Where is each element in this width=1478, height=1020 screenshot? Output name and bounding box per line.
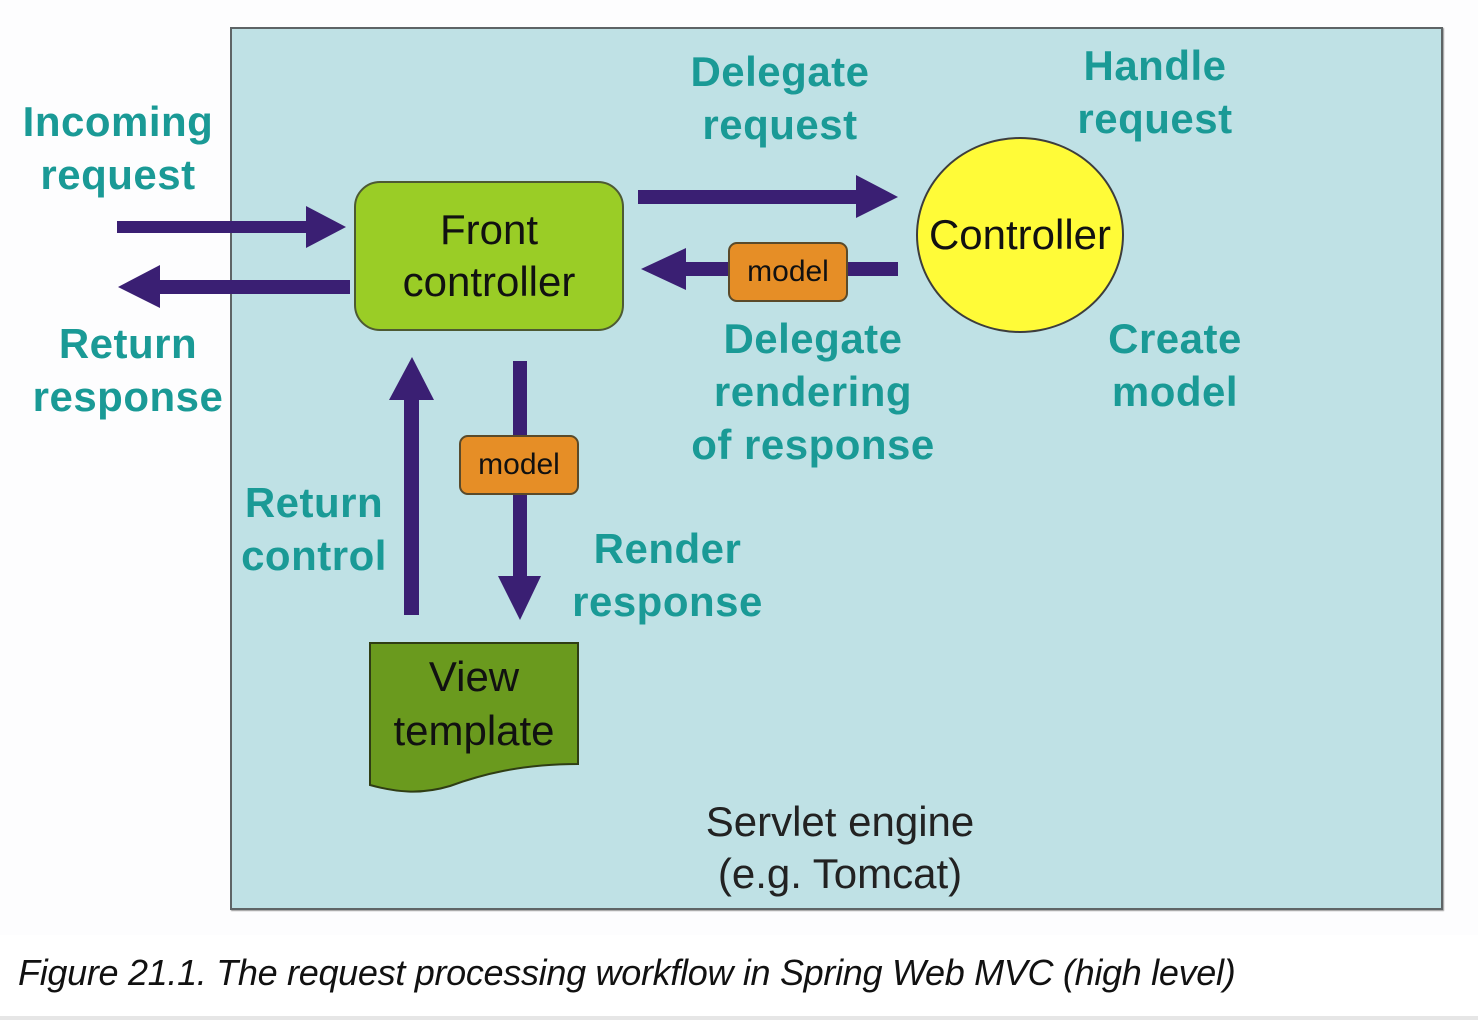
bottom-divider	[0, 1016, 1478, 1020]
view-template-label-line: template	[393, 707, 555, 754]
servlet-engine-label-line: (e.g. Tomcat)	[717, 850, 963, 897]
servlet-engine-label-line: Servlet engine	[705, 798, 975, 845]
label-line: rendering	[713, 368, 913, 415]
label-line: Delegate	[690, 48, 870, 95]
model-badge-label: model	[478, 448, 560, 481]
label-line: response	[32, 373, 224, 420]
label-line: request	[40, 151, 196, 198]
label-line: Create	[1108, 315, 1242, 362]
delegate-request-arrow	[638, 175, 898, 218]
controller-node: Controller	[916, 137, 1124, 333]
return-response-arrow	[118, 265, 350, 308]
label-line: request	[702, 101, 858, 148]
front-controller-node: Front controller	[354, 181, 624, 331]
label-return-control: Return control	[236, 476, 392, 582]
label-line: control	[241, 532, 387, 579]
controller-label: Controller	[928, 211, 1112, 258]
return-control-arrow	[389, 357, 434, 615]
front-controller-label-line: Front	[439, 206, 539, 253]
label-line: Return	[58, 320, 198, 367]
front-controller-label-line: controller	[402, 258, 576, 305]
label-line: Render	[593, 525, 742, 572]
label-delegate-rendering: Delegate rendering of response	[683, 312, 943, 471]
label-line: Delegate	[723, 315, 903, 362]
model-badge-horizontal: model	[728, 242, 848, 302]
label-line: model	[1111, 368, 1239, 415]
view-template-label-line: View	[428, 653, 520, 700]
model-badge-label: model	[747, 255, 829, 288]
label-line: Incoming	[22, 98, 214, 145]
label-line: response	[572, 578, 763, 625]
label-line: Handle	[1083, 42, 1227, 89]
model-badge-vertical: model	[459, 435, 579, 495]
label-handle-request: Handle request	[1055, 39, 1255, 145]
incoming-request-arrow	[117, 206, 346, 248]
label-line: Return	[244, 479, 384, 526]
label-render-response: Render response	[565, 522, 770, 628]
label-line: request	[1077, 95, 1233, 142]
servlet-engine-label: Servlet engine (e.g. Tomcat)	[640, 796, 1040, 900]
label-create-model: Create model	[1075, 312, 1275, 418]
figure-caption: Figure 21.1. The request processing work…	[18, 952, 1236, 993]
view-template-node: View template	[370, 650, 578, 758]
label-line: of response	[691, 421, 935, 468]
label-delegate-request: Delegate request	[680, 45, 880, 151]
label-incoming-request: Incoming request	[18, 95, 218, 201]
label-return-response: Return response	[28, 317, 228, 423]
